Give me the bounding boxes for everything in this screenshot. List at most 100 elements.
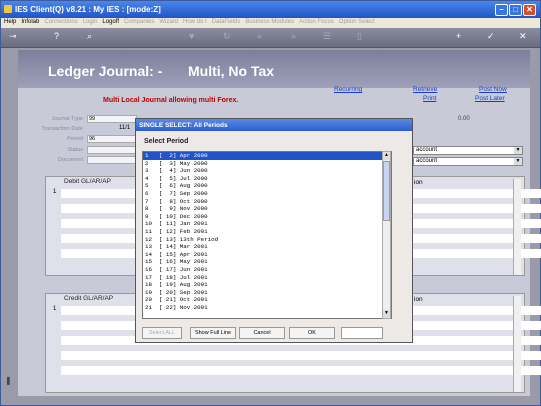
help-icon[interactable]: ? (54, 31, 59, 41)
credit-row[interactable] (61, 366, 541, 375)
account-select-2-value: account (416, 158, 438, 164)
minimize-button[interactable]: – (495, 4, 508, 16)
warning-text: Multi Local Journal allowing multi Forex… (103, 97, 239, 104)
list-item[interactable]: 1 [ 2] Apr 2000 (143, 152, 391, 160)
forward-icon[interactable]: » (291, 31, 296, 41)
menu-item-help[interactable]: Help (4, 19, 16, 25)
period-field[interactable]: 96 (87, 135, 137, 143)
refresh-icon[interactable]: ↻ (223, 31, 231, 42)
total-value: 0.00 (458, 116, 470, 122)
post-now-link[interactable]: Post Now (479, 86, 507, 93)
menu-item-action-focus[interactable]: Action Focus (299, 19, 334, 25)
select-period-dialog: SINGLE SELECT: All Periods Select Period… (135, 118, 413, 343)
cancel-icon[interactable]: ✕ (519, 31, 527, 42)
chevron-down-icon: ▼ (514, 158, 522, 165)
menu-item-logoff[interactable]: Logoff (102, 19, 119, 25)
scroll-up-icon[interactable]: ▲ (383, 152, 390, 160)
post-later-link[interactable]: Post Later (475, 95, 505, 102)
debit-scrollbar[interactable] (513, 179, 521, 275)
list-item[interactable]: 20 [ 21] Oct 2001 (143, 296, 391, 304)
cancel-button[interactable]: Cancel (239, 327, 285, 339)
list-item[interactable]: 13 [ 14] Mar 2001 (143, 243, 391, 251)
retrieve-link[interactable]: Retrieve (413, 86, 437, 93)
check-icon[interactable]: ✓ (487, 31, 495, 42)
toolbar: ⊸ ? ⌕ ♥ ↻ « » ☰ ▯ + ✓ ✕ (1, 28, 540, 48)
period-label: Period (67, 136, 83, 142)
journal-type-field[interactable]: 99 (87, 115, 137, 123)
list-item[interactable]: 4 [ 5] Jul 2000 (143, 175, 391, 183)
list-item[interactable]: 7 [ 8] Oct 2000 (143, 198, 391, 206)
credit-row-marker: 1 (53, 306, 57, 312)
menu-bar: Help Infolab Connections Login Logoff Compani… (1, 18, 540, 28)
menu-item-connections[interactable]: Connections (44, 19, 77, 25)
heart-icon[interactable]: ♥ (189, 31, 194, 41)
list-item[interactable]: 16 [ 17] Jun 2001 (143, 266, 391, 274)
doc-icon[interactable]: ▯ (357, 31, 362, 42)
list-item[interactable]: 8 [ 9] Nov 2000 (143, 205, 391, 213)
list-item[interactable]: 3 [ 4] Jun 2000 (143, 167, 391, 175)
document-label: Document (57, 157, 83, 163)
page-header: Ledger Journal: - Multi, No Tax (18, 50, 530, 88)
dialog-title: SINGLE SELECT: All Periods (136, 119, 412, 131)
list-item[interactable]: 15 [ 16] May 2001 (143, 258, 391, 266)
menu-item-option-select[interactable]: Option Select (339, 19, 375, 25)
menu-item-wizard[interactable]: Wizard (159, 19, 178, 25)
quick-search-input[interactable] (341, 327, 383, 339)
list-item[interactable]: 5 [ 6] Aug 2000 (143, 182, 391, 190)
period-list[interactable]: 1 [ 2] Apr 2000 2 [ 3] May 2000 3 [ 4] Jun… (142, 151, 392, 319)
list-item[interactable]: 14 [ 15] Apr 2001 (143, 251, 391, 259)
account-select-1[interactable]: account ▼ (413, 146, 523, 155)
key-icon[interactable]: ⊸ (9, 31, 17, 42)
menu-item-business-modules[interactable]: Business Modules (245, 19, 294, 25)
sidebar-icon[interactable]: ❚ (5, 376, 15, 386)
app-logo-icon (4, 5, 12, 13)
credit-scrollbar[interactable] (513, 296, 521, 392)
print-link[interactable]: Print (423, 95, 436, 102)
list-item[interactable]: 19 [ 20] Sep 2001 (143, 289, 391, 297)
ok-button[interactable]: OK (289, 327, 335, 339)
window-title: IES Client(Q) v8.21 : My IES : [mode:Z] (15, 5, 161, 14)
recurring-link[interactable]: Recurring (334, 86, 362, 93)
menu-item-infolab[interactable]: Infolab (21, 19, 39, 25)
close-button[interactable]: ✕ (523, 4, 536, 16)
account-select-1-value: account (416, 147, 438, 153)
menu-item-login[interactable]: Login (83, 19, 98, 25)
list-item[interactable]: 11 [ 12] Feb 2001 (143, 228, 391, 236)
list-item[interactable]: 2 [ 3] May 2000 (143, 160, 391, 168)
status-label: Status (67, 147, 83, 153)
document-field[interactable] (87, 156, 137, 164)
rewind-icon[interactable]: « (257, 31, 262, 41)
credit-row[interactable] (61, 351, 541, 360)
dialog-subtitle: Select Period (144, 138, 189, 145)
select-all-button[interactable]: Select ALL (142, 327, 182, 339)
credit-col-label: ion (414, 296, 423, 303)
list-item[interactable]: 21 [ 22] Nov 2001 (143, 304, 391, 312)
status-field[interactable] (87, 146, 137, 154)
list-item[interactable]: 17 [ 18] Jul 2001 (143, 274, 391, 282)
chevron-down-icon: ▼ (514, 147, 522, 154)
period-list-scrollbar[interactable]: ▲ ▼ (382, 151, 391, 319)
menu-item-companies[interactable]: Companies (124, 19, 154, 25)
title-bar: IES Client(Q) v8.21 : My IES : [mode:Z] … (1, 1, 540, 18)
transaction-date-label: Transaction Date (41, 126, 83, 132)
list-item[interactable]: 12 [ 13] 13th Period (143, 236, 391, 244)
list-item[interactable]: 6 [ 7] Sep 2000 (143, 190, 391, 198)
scroll-thumb[interactable] (383, 161, 390, 221)
page-title: Ledger Journal: - (48, 63, 163, 79)
list-item[interactable]: 18 [ 19] Aug 2001 (143, 281, 391, 289)
scroll-down-icon[interactable]: ▼ (383, 310, 390, 318)
add-icon[interactable]: + (456, 31, 461, 41)
journal-type-label: Journal Type (51, 116, 83, 122)
list-icon[interactable]: ☰ (323, 31, 331, 42)
account-select-2[interactable]: account ▼ (413, 157, 523, 166)
debit-col-label: ion (414, 179, 423, 186)
debit-row-marker: 1 (53, 189, 57, 195)
list-item[interactable]: 10 [ 11] Jan 2001 (143, 220, 391, 228)
search-icon[interactable]: ⌕ (87, 31, 92, 42)
show-full-line-button[interactable]: Show Full Line (190, 327, 236, 339)
menu-item-how-do-i[interactable]: How do I (183, 19, 207, 25)
list-item[interactable]: 9 [ 10] Dec 2000 (143, 213, 391, 221)
menu-item-datafields[interactable]: DataFields (212, 19, 241, 25)
maximize-button[interactable]: □ (509, 4, 522, 16)
page-subtitle: Multi, No Tax (188, 63, 275, 79)
